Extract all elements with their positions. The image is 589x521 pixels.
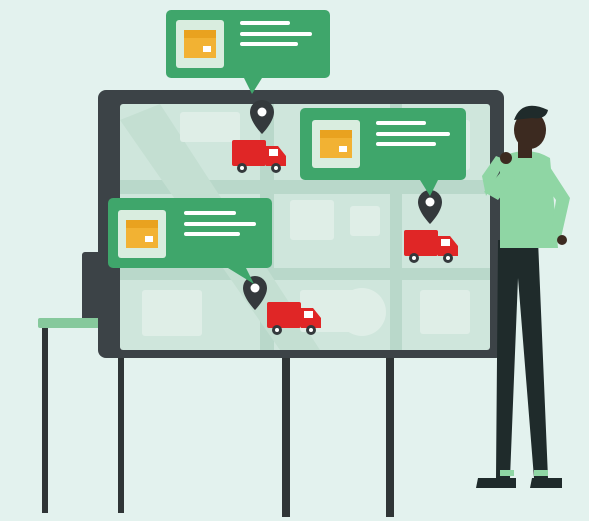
package-icon	[184, 30, 216, 58]
easel-leg-1	[282, 345, 290, 517]
tracking-illustration	[0, 0, 589, 521]
easel-leg-2	[386, 345, 394, 517]
package-icon	[126, 220, 158, 248]
package-icon	[320, 130, 352, 158]
table-leg-left	[42, 328, 48, 513]
